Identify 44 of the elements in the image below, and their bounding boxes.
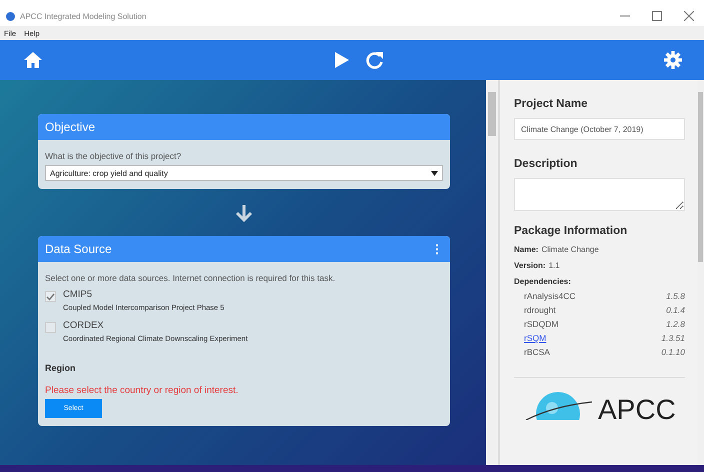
package-version: 1.5.8 (666, 291, 685, 301)
info-value: Climate Change (541, 245, 599, 254)
source-name: CMIP5 (63, 289, 94, 300)
info-label: Version: (514, 261, 546, 270)
down-arrow-icon (235, 204, 253, 222)
refresh-icon[interactable] (366, 51, 384, 69)
close-icon[interactable] (684, 11, 694, 21)
checkbox[interactable] (45, 322, 56, 333)
package-version: 1.3.51 (661, 333, 685, 343)
description-field[interactable] (514, 178, 685, 211)
package-name: rdrought (524, 305, 556, 315)
scrollbar[interactable] (486, 80, 498, 465)
card-title: Objective (45, 120, 96, 134)
section-heading: Project Name (514, 98, 589, 110)
package-version: 1.2.8 (666, 319, 685, 329)
info-value: 1.1 (548, 261, 560, 270)
package-name: rAnalysis4CC (524, 291, 576, 301)
dropdown-caret-icon (431, 170, 438, 176)
home-icon[interactable] (23, 51, 43, 69)
info-label: Name: (514, 245, 538, 254)
objective-dropdown[interactable]: Agriculture: crop yield and quality (45, 165, 443, 181)
instruction-text: Select one or more data sources. Internet connection is required for this task. (45, 273, 336, 283)
package-name: rSDQDM (524, 319, 558, 329)
play-icon[interactable] (334, 51, 350, 69)
maximize-icon[interactable] (652, 11, 662, 21)
section-heading: Description (514, 158, 578, 170)
section-heading: Package Information (514, 225, 628, 237)
source-name: CORDEX (63, 320, 105, 331)
app-icon (6, 12, 15, 20)
package-link[interactable]: rSQM (524, 333, 546, 343)
settings-icon[interactable] (664, 51, 682, 69)
package-version: 0.1.4 (666, 305, 685, 315)
window-title: APCC Integrated Modeling Solution (20, 12, 148, 20)
package-name: rBCSA (524, 347, 550, 357)
warning-text: Please select the country or region of interest. (45, 385, 240, 396)
question-label: What is the objective of this project? (45, 151, 182, 161)
card-title: Data Source (45, 242, 112, 256)
region-label: Region (45, 363, 76, 373)
package-version: 0.1.10 (661, 347, 685, 357)
project-name-field[interactable]: Climate Change (October 7, 2019) (514, 118, 685, 140)
info-label: Dependencies: (514, 277, 572, 286)
checkbox[interactable] (45, 291, 56, 302)
logo-text: APCC (598, 398, 676, 420)
scrollbar[interactable] (697, 80, 704, 465)
